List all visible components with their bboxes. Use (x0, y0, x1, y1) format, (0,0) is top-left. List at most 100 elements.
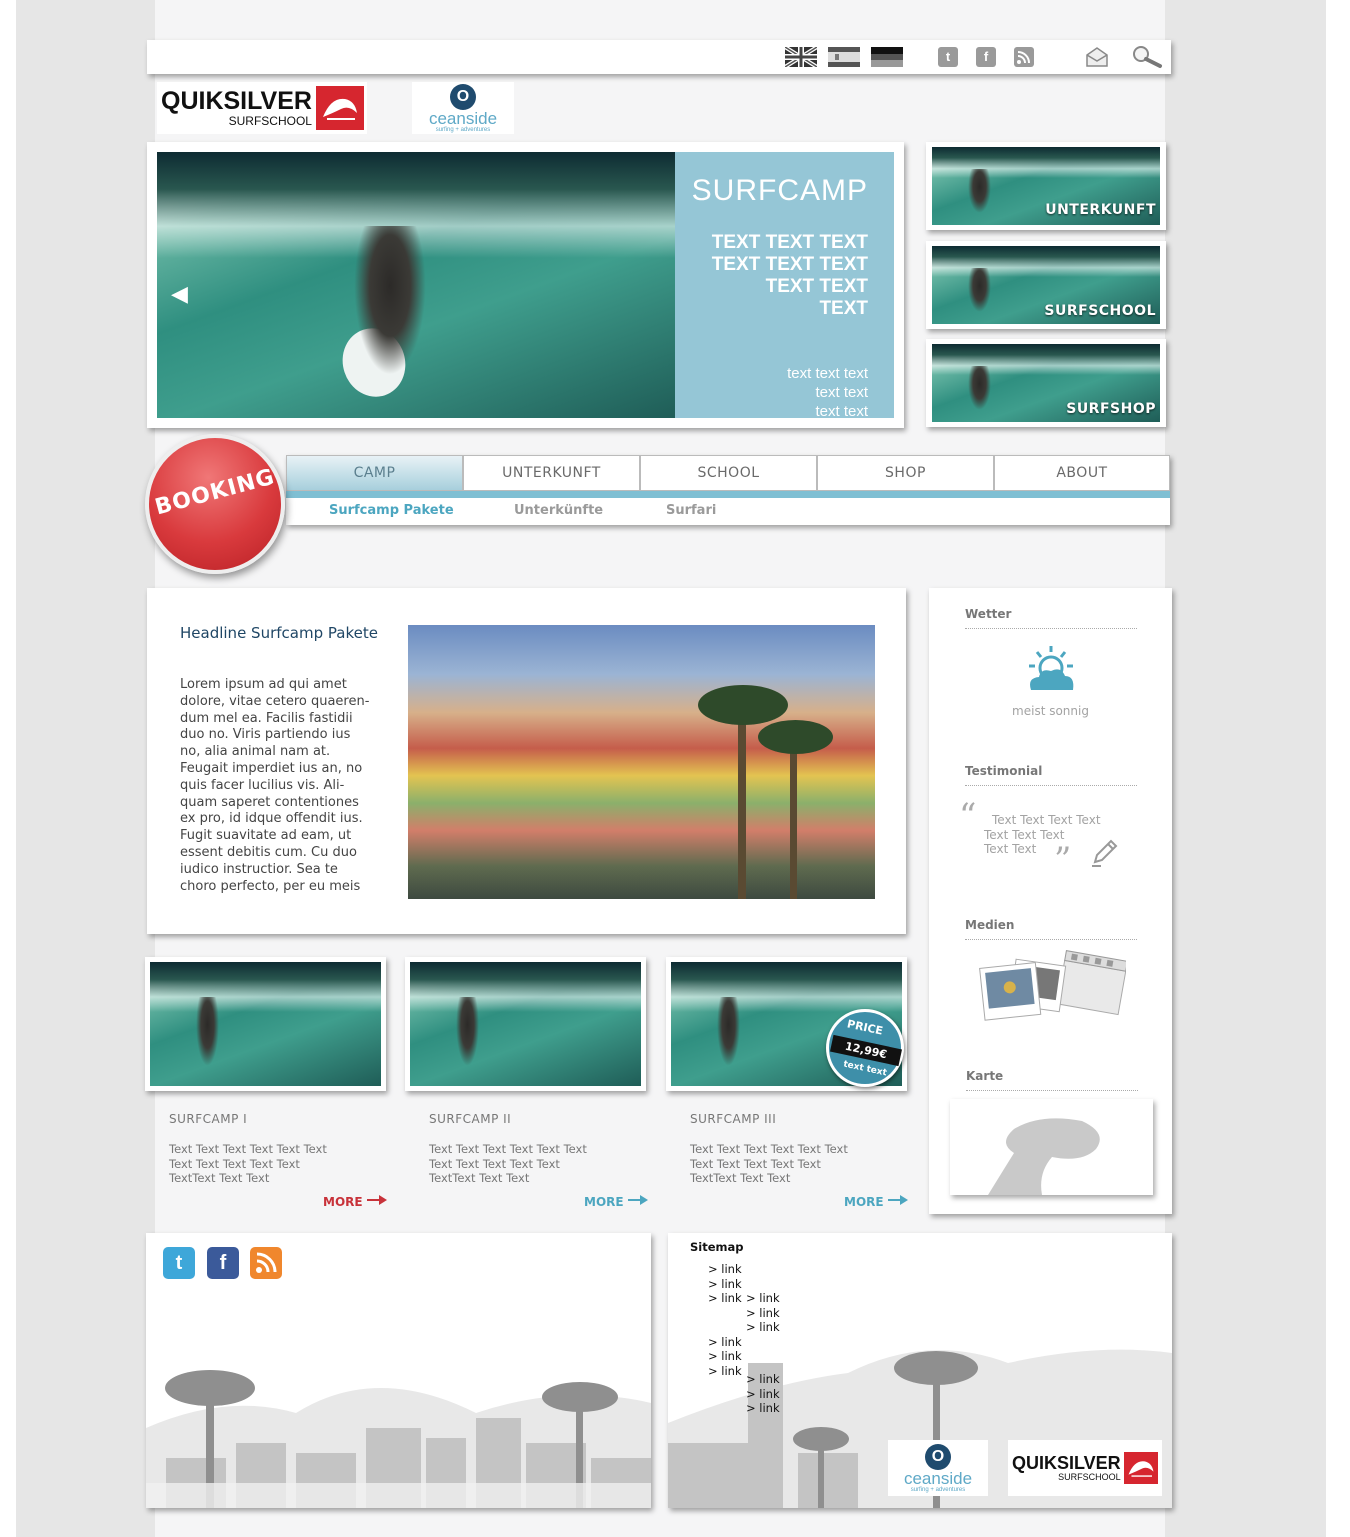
search-icon[interactable] (1131, 45, 1163, 69)
tab-camp[interactable]: CAMP (286, 455, 463, 491)
surfcamp-3-text: Text Text Text Text Text Text Text Text T… (690, 1142, 848, 1185)
pencil-icon[interactable] (1089, 838, 1119, 868)
hero-image (157, 152, 675, 418)
hero-title: SURFCAMP (691, 174, 868, 207)
sitemap-link[interactable]: > link (708, 1335, 742, 1350)
tab-school[interactable]: SCHOOL (640, 455, 817, 491)
facebook-icon[interactable]: f (976, 47, 996, 67)
testimonial-line-3: Text Text (984, 842, 1037, 856)
thumb-label: SURFSCHOOL (1044, 303, 1156, 319)
flag-spain-icon[interactable] (828, 47, 860, 67)
footer-oceanside-logo[interactable]: O ceanside surfing + adventures (888, 1440, 988, 1496)
quiksilver-logo-name: QUIKSILVER (1012, 1453, 1121, 1473)
sitemap-sublink[interactable]: > link (746, 1320, 780, 1335)
quiksilver-logo-sub: SURFSCHOOL (1058, 1472, 1121, 1482)
surfcamp-3-more-link[interactable]: MORE (844, 1194, 908, 1209)
oceanside-logo-word: ceanside (903, 1468, 973, 1488)
article-headline: Headline Surfcamp Pakete (180, 624, 378, 642)
oceanside-logo-tagline: surfing + adventures (910, 1486, 966, 1493)
weather-caption: meist sonnig (1012, 704, 1089, 718)
surfcamp-1-more-link[interactable]: MORE (323, 1194, 387, 1209)
thumb-unterkunft[interactable]: UNTERKUNFT (926, 142, 1166, 230)
footer-skyline-illustration (146, 1370, 651, 1508)
sitemap-link[interactable]: > link (708, 1277, 742, 1292)
footer-twitter-icon[interactable]: t (163, 1247, 195, 1279)
sitemap-sublink[interactable]: > link (746, 1291, 780, 1306)
oceanside-logo-mark: O (925, 1443, 951, 1470)
tab-about[interactable]: ABOUT (994, 455, 1170, 491)
sitemap-title: Sitemap (690, 1240, 744, 1254)
oceanside-logo-tagline: surfing + adventures (435, 126, 491, 133)
article-card: Headline Surfcamp Pakete Lorem ipsum ad … (147, 588, 906, 934)
arrow-right-icon (887, 1195, 908, 1205)
quiksilver-logo-sub: SURFSCHOOL (228, 113, 312, 128)
oceanside-logo[interactable]: O ceanside surfing + adventures (412, 82, 514, 134)
thumb-label: UNTERKUNFT (1045, 202, 1156, 218)
quiksilver-logo[interactable]: QUIKSILVER SURFSCHOOL (157, 82, 367, 134)
sitemap-link[interactable]: > link (708, 1262, 742, 1277)
testimonial-title: Testimonial (965, 764, 1043, 778)
sitemap-link[interactable]: > link (708, 1364, 742, 1379)
subnav-surfcamp-pakete[interactable]: Surfcamp Pakete (329, 503, 454, 518)
thumb-surfschool[interactable]: SURFSCHOOL (926, 241, 1166, 329)
subnav-surfari[interactable]: Surfari (666, 503, 716, 518)
sitemap-link[interactable]: > link (708, 1291, 742, 1306)
quiksilver-logo-name: QUIKSILVER (161, 86, 312, 115)
surfcamp-card-2-image[interactable] (405, 957, 646, 1091)
sitemap-sublink[interactable]: > link (746, 1387, 780, 1402)
surfcamp-card-1-image[interactable] (145, 957, 386, 1091)
main-navigation: CAMP UNTERKUNFT SCHOOL SHOP ABOUT Surfca… (286, 455, 1170, 525)
oceanside-logo-word: ceanside (428, 108, 498, 128)
hero-slider: ◀ SURFCAMP TEXT TEXT TEXT TEXT TEXT TEXT… (147, 142, 904, 428)
surfcamp-3-title: SURFCAMP III (690, 1112, 777, 1126)
sitemap-link[interactable]: > link (708, 1349, 742, 1364)
arrow-right-icon (627, 1195, 648, 1205)
footer-quiksilver-logo[interactable]: QUIKSILVER SURFSCHOOL (1008, 1440, 1162, 1496)
booking-label: BOOKING (152, 464, 278, 521)
karte-title: Karte (966, 1069, 1004, 1083)
quiksilver-emblem-icon (315, 86, 364, 130)
slider-prev-arrow[interactable]: ◀ (171, 282, 188, 307)
open-quote-icon: “ (959, 796, 977, 836)
surfcamp-1-text: Text Text Text Text Text Text Text Text T… (169, 1142, 327, 1185)
arrow-right-icon (366, 1195, 387, 1205)
nav-tabs: CAMP UNTERKUNFT SCHOOL SHOP ABOUT (286, 455, 1170, 491)
footer-sitemap-panel: Sitemap > link > link > link > link > li… (668, 1233, 1172, 1508)
article-body: Lorem ipsum ad qui amet dolore, vitae ce… (180, 677, 370, 894)
mail-icon[interactable] (1085, 46, 1109, 68)
surfcamp-2-title: SURFCAMP II (429, 1112, 512, 1126)
rss-icon[interactable] (1014, 47, 1034, 67)
testimonial-line-2: Text Text Text (984, 828, 1065, 842)
nav-accent-bar (286, 491, 1170, 498)
close-quote-icon: ” (1054, 840, 1072, 880)
thumb-surfshop[interactable]: SURFSHOP (926, 339, 1166, 427)
thumb-label: SURFSHOP (1066, 401, 1156, 417)
sitemap-sublink[interactable]: > link (746, 1401, 780, 1416)
wetter-title: Wetter (965, 607, 1012, 621)
sitemap-sublink[interactable]: > link (746, 1372, 780, 1387)
hero-text-panel: SURFCAMP TEXT TEXT TEXT TEXT TEXT TEXT T… (675, 152, 894, 420)
map-island-icon (988, 1118, 1100, 1195)
testimonial-line-1: Text Text Text Text (992, 813, 1101, 827)
media-photos-video-icon[interactable] (974, 950, 1126, 1030)
footer-rss-icon[interactable] (250, 1247, 282, 1279)
top-bar: t f (147, 40, 1171, 74)
map-widget[interactable] (950, 1099, 1153, 1195)
oceanside-logo-mark: O (450, 83, 476, 110)
footer-facebook-icon[interactable]: f (207, 1247, 239, 1279)
surfcamp-2-more-link[interactable]: MORE (584, 1194, 648, 1209)
tab-unterkunft[interactable]: UNTERKUNFT (463, 455, 640, 491)
price-badge: PRICE 12,99€ text text (826, 1009, 904, 1087)
hero-lines: TEXT TEXT TEXT TEXT TEXT TEXT TEXT TEXT … (711, 232, 868, 319)
hero-small-lines: text text text text text text text (787, 365, 868, 420)
flag-uk-icon[interactable] (785, 47, 817, 67)
booking-button[interactable]: BOOKING (145, 434, 285, 574)
footer-social-panel: t f (146, 1233, 651, 1508)
subnav-unterkuenfte[interactable]: Unterkünfte (514, 503, 603, 518)
twitter-icon[interactable]: t (938, 47, 958, 67)
tab-shop[interactable]: SHOP (817, 455, 994, 491)
article-image (408, 625, 875, 899)
quiksilver-emblem-icon (1123, 1452, 1158, 1484)
sitemap-sublink[interactable]: > link (746, 1306, 780, 1321)
flag-germany-icon[interactable] (871, 47, 903, 67)
